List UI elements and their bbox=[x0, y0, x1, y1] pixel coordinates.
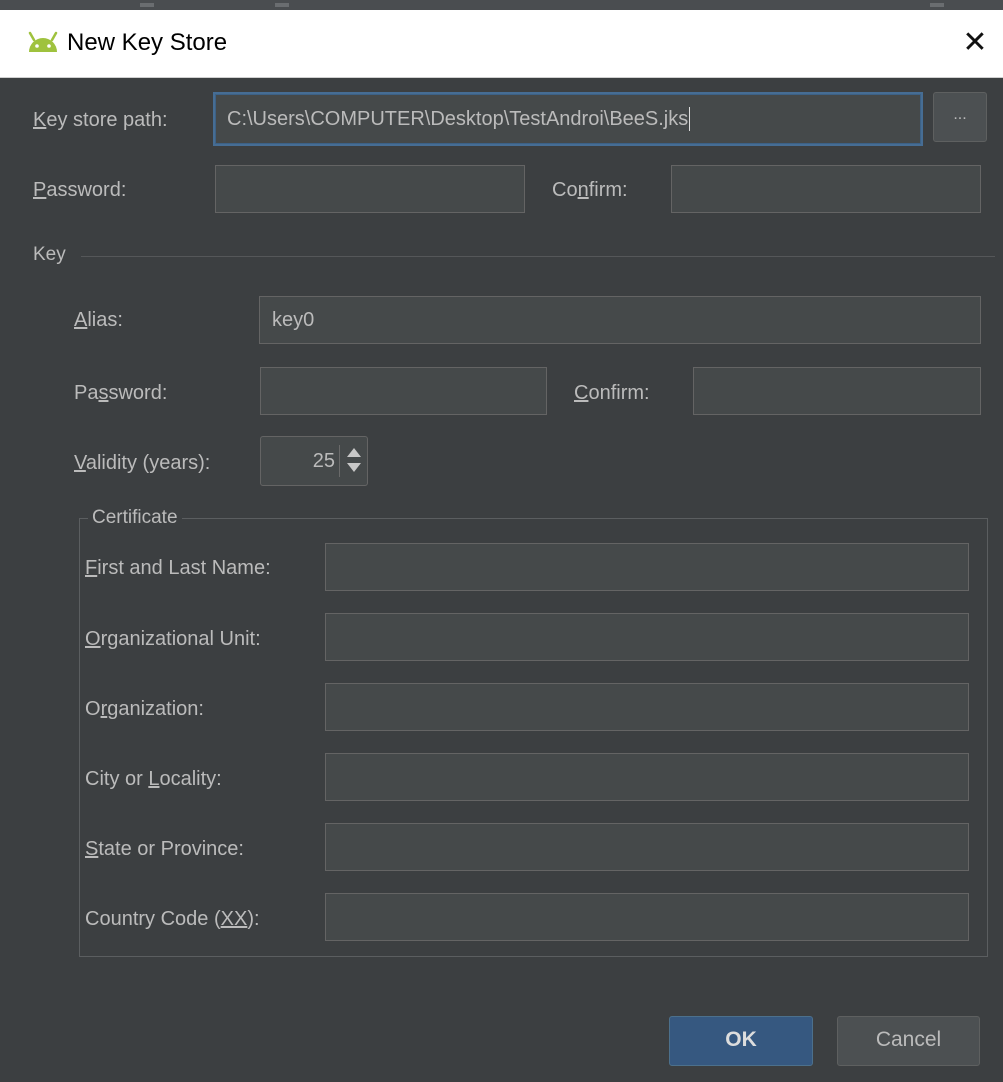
validity-spinner[interactable]: 25 bbox=[260, 436, 368, 486]
keystore-path-value: C:\Users\COMPUTER\Desktop\TestAndroi\Bee… bbox=[227, 107, 689, 130]
title-bar: New Key Store ✕ bbox=[0, 10, 1003, 78]
certificate-title: Certificate bbox=[88, 507, 182, 529]
cert-state-input[interactable] bbox=[325, 823, 969, 871]
cert-city-input[interactable] bbox=[325, 753, 969, 801]
spinner-arrows bbox=[343, 446, 363, 476]
cert-name-label: First and Last Name: bbox=[85, 557, 271, 579]
section-divider bbox=[81, 256, 995, 257]
cert-country-label: Country Code (XX): bbox=[85, 908, 260, 930]
spinner-up-icon[interactable] bbox=[347, 448, 361, 457]
validity-value: 25 bbox=[312, 450, 335, 472]
edge-blip bbox=[930, 3, 944, 7]
ok-button[interactable]: OK bbox=[669, 1016, 813, 1066]
keystore-confirm-input[interactable] bbox=[671, 165, 981, 213]
cert-state-label: State or Province: bbox=[85, 838, 244, 860]
keystore-path-label: Key store path: bbox=[33, 109, 168, 131]
cert-organization-label: Organization: bbox=[85, 698, 204, 720]
edge-blip bbox=[275, 3, 289, 7]
keystore-confirm-label: Confirm: bbox=[552, 179, 628, 201]
key-confirm-label: Confirm: bbox=[574, 382, 650, 404]
cert-name-input[interactable] bbox=[325, 543, 969, 591]
alias-label: Alias: bbox=[74, 309, 123, 331]
cert-org-unit-input[interactable] bbox=[325, 613, 969, 661]
key-password-input[interactable] bbox=[260, 367, 547, 415]
keystore-password-input[interactable] bbox=[215, 165, 525, 213]
cert-country-input[interactable] bbox=[325, 893, 969, 941]
cert-city-label: City or Locality: bbox=[85, 768, 222, 790]
alias-input[interactable]: key0 bbox=[259, 296, 981, 344]
window-edge bbox=[0, 0, 1003, 10]
spinner-down-icon[interactable] bbox=[347, 463, 361, 472]
window-title: New Key Store bbox=[67, 29, 228, 56]
close-button[interactable]: ✕ bbox=[950, 14, 1000, 72]
cert-organization-input[interactable] bbox=[325, 683, 969, 731]
validity-label: Validity (years): bbox=[74, 452, 211, 474]
alias-value: key0 bbox=[272, 308, 315, 331]
key-password-label: Password: bbox=[74, 382, 168, 404]
spinner-divider bbox=[339, 445, 340, 477]
dialog-content: Key store path: C:\Users\COMPUTER\Deskto… bbox=[8, 78, 1003, 1082]
android-icon bbox=[28, 31, 58, 52]
edge-blip bbox=[140, 3, 154, 7]
cert-org-unit-label: Organizational Unit: bbox=[85, 628, 261, 650]
close-icon: ✕ bbox=[962, 26, 988, 59]
keystore-password-label: Password: bbox=[33, 179, 127, 201]
browse-button[interactable]: ... bbox=[933, 92, 987, 142]
keystore-path-input[interactable]: C:\Users\COMPUTER\Desktop\TestAndroi\Bee… bbox=[213, 92, 923, 146]
text-caret bbox=[689, 107, 691, 131]
cancel-button[interactable]: Cancel bbox=[837, 1016, 980, 1066]
key-confirm-input[interactable] bbox=[693, 367, 981, 415]
key-section-title: Key bbox=[33, 244, 66, 265]
